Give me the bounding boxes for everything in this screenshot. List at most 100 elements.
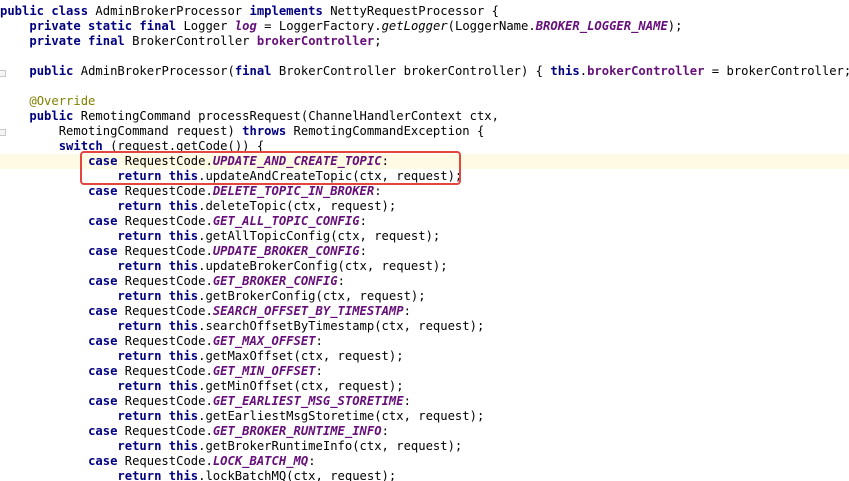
code-line[interactable]: public RemotingCommand processRequest(Ch…	[0, 109, 849, 124]
code-token: :	[315, 334, 323, 348]
code-token: RequestCode.	[124, 334, 213, 348]
code-token: .getMinOffset(ctx, request);	[198, 379, 404, 393]
code-token: .getBrokerConfig(ctx, request);	[198, 289, 426, 303]
code-line[interactable]: RemotingCommand request) throws Remoting…	[0, 124, 849, 139]
code-editor[interactable]: public class AdminBrokerProcessor implem…	[0, 0, 849, 481]
code-token: .deleteTopic(ctx, request);	[198, 199, 397, 213]
code-token: return this	[117, 319, 199, 333]
code-line[interactable]: return this.deleteTopic(ctx, request);	[0, 199, 849, 214]
code-line[interactable]: private final BrokerController brokerCon…	[0, 34, 849, 49]
code-line[interactable]: return this.getMinOffset(ctx, request);	[0, 379, 849, 394]
code-token: .getEarliestMsgStoretime(ctx, request);	[198, 409, 485, 423]
code-token: GET_BROKER_RUNTIME_INFO	[212, 424, 382, 438]
code-token: :	[315, 364, 323, 378]
code-token: (LoggerName.	[447, 19, 536, 33]
code-area[interactable]: public class AdminBrokerProcessor implem…	[0, 4, 849, 481]
code-line[interactable]: return this.lockBatchMQ(ctx, request);	[0, 469, 849, 481]
code-token: RequestCode.	[124, 304, 213, 318]
code-token: Logger	[183, 19, 235, 33]
code-line[interactable]	[0, 79, 849, 94]
code-line[interactable]: @Override	[0, 94, 849, 109]
code-token: GET_MAX_OFFSET	[212, 334, 316, 348]
code-line[interactable]: return this.updateAndCreateTopic(ctx, re…	[0, 169, 849, 184]
code-line[interactable]: public AdminBrokerProcessor(final Broker…	[0, 64, 849, 79]
code-token: RequestCode.	[124, 424, 213, 438]
code-line[interactable]: case RequestCode.GET_BROKER_RUNTIME_INFO…	[0, 424, 849, 439]
code-token: :	[337, 274, 345, 288]
code-line[interactable]: case RequestCode.GET_EARLIEST_MSG_STORET…	[0, 394, 849, 409]
code-token: private static final	[29, 19, 184, 33]
code-token: .	[579, 64, 588, 78]
code-token: BrokerController brokerController) {	[278, 64, 551, 78]
code-line[interactable]: return this.searchOffsetByTimestamp(ctx,…	[0, 319, 849, 334]
code-token: return this	[117, 289, 199, 303]
code-token: :	[381, 154, 389, 168]
code-line[interactable]: return this.getAllTopicConfig(ctx, reque…	[0, 229, 849, 244]
code-token: (request.getCode()) {	[110, 139, 265, 153]
code-line[interactable]: return this.updateBrokerConfig(ctx, requ…	[0, 259, 849, 274]
code-token: AdminBrokerProcessor(	[80, 64, 235, 78]
code-token: case	[88, 454, 125, 468]
code-line[interactable]: case RequestCode.LOCK_BATCH_MQ:	[0, 454, 849, 469]
code-token: RequestCode.	[124, 394, 213, 408]
code-token: RemotingCommand request)	[58, 124, 243, 138]
code-token: case	[88, 334, 125, 348]
code-token: case	[88, 244, 125, 258]
code-token: return this	[117, 439, 199, 453]
code-line[interactable]: return this.getBrokerConfig(ctx, request…	[0, 289, 849, 304]
code-token: case	[88, 214, 125, 228]
code-token: :	[381, 424, 389, 438]
code-token: :	[403, 304, 411, 318]
code-line[interactable]: public class AdminBrokerProcessor implem…	[0, 4, 849, 19]
code-token: public class	[0, 4, 96, 18]
code-token: SEARCH_OFFSET_BY_TIMESTAMP	[212, 304, 404, 318]
code-token: case	[88, 304, 125, 318]
code-token: RequestCode.	[124, 274, 213, 288]
code-line[interactable]: case RequestCode.GET_MAX_OFFSET:	[0, 334, 849, 349]
code-token: return this	[117, 229, 199, 243]
code-token: UPDATE_AND_CREATE_TOPIC	[212, 154, 382, 168]
code-line[interactable]: case RequestCode.DELETE_TOPIC_IN_BROKER:	[0, 184, 849, 199]
code-token: RequestCode.	[124, 154, 213, 168]
code-line[interactable]	[0, 49, 849, 64]
code-token: brokerController	[256, 34, 375, 48]
code-token: = LoggerFactory.	[256, 19, 382, 33]
code-token: return this	[117, 259, 199, 273]
code-line[interactable]: private static final Logger log = Logger…	[0, 19, 849, 34]
code-token: GET_ALL_TOPIC_CONFIG	[212, 214, 360, 228]
code-token: final	[234, 64, 279, 78]
code-line[interactable]: switch (request.getCode()) {	[0, 139, 849, 154]
code-token: GET_BROKER_CONFIG	[212, 274, 338, 288]
code-token: this	[550, 64, 580, 78]
code-token: NettyRequestProcessor {	[330, 4, 499, 18]
code-token: return this	[117, 409, 199, 423]
code-token: return this	[117, 469, 199, 481]
code-line[interactable]: case RequestCode.GET_BROKER_CONFIG:	[0, 274, 849, 289]
code-token: RemotingCommand processRequest(ChannelHa…	[80, 109, 499, 123]
code-line[interactable]: return this.getEarliestMsgStoretime(ctx,…	[0, 409, 849, 424]
code-line[interactable]: case RequestCode.SEARCH_OFFSET_BY_TIMEST…	[0, 304, 849, 319]
code-token: return this	[117, 199, 199, 213]
code-line[interactable]: return this.getMaxOffset(ctx, request);	[0, 349, 849, 364]
code-line[interactable]: case RequestCode.GET_MIN_OFFSET:	[0, 364, 849, 379]
code-token: return this	[117, 349, 199, 363]
code-line[interactable]: case RequestCode.UPDATE_BROKER_CONFIG:	[0, 244, 849, 259]
code-token: @Override	[29, 94, 96, 108]
code-line[interactable]: case RequestCode.UPDATE_AND_CREATE_TOPIC…	[0, 154, 849, 169]
code-line[interactable]: return this.getBrokerRuntimeInfo(ctx, re…	[0, 439, 849, 454]
code-line[interactable]: case RequestCode.GET_ALL_TOPIC_CONFIG:	[0, 214, 849, 229]
